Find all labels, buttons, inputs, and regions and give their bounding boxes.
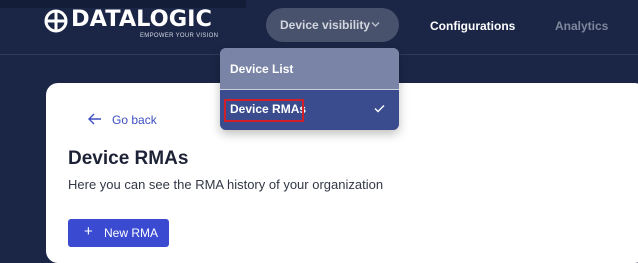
new-rma-label: New RMA — [104, 226, 159, 240]
logo-mark-icon — [44, 9, 68, 33]
arrow-left-icon — [88, 113, 101, 125]
new-rma-button[interactable]: + New RMA — [68, 219, 169, 247]
check-icon — [374, 105, 385, 113]
nav-device-visibility-label: Device visibility — [280, 18, 371, 32]
nav-analytics[interactable]: Analytics — [555, 19, 608, 33]
logo-wordmark: DATALOGIC — [71, 7, 212, 32]
highlight-annotation — [224, 99, 304, 122]
chevron-down-icon — [371, 22, 380, 27]
page-title: Device RMAs — [68, 148, 189, 169]
datalogic-logo[interactable]: DATALOGIC EMPOWER YOUR VISION — [44, 7, 219, 43]
nav-configurations[interactable]: Configurations — [430, 19, 515, 33]
nav-device-visibility[interactable]: Device visibility — [266, 8, 399, 42]
top-navigation-bar: DATALOGIC EMPOWER YOUR VISION Device vis… — [0, 0, 638, 55]
page-subtitle: Here you can see the RMA history of your… — [68, 177, 384, 192]
go-back-label: Go back — [112, 113, 157, 127]
logo-tagline: EMPOWER YOUR VISION — [140, 33, 219, 39]
plus-icon: + — [84, 223, 93, 240]
dropdown-item-device-list[interactable]: Device List — [220, 48, 399, 89]
dropdown-item-label: Device List — [230, 62, 294, 76]
